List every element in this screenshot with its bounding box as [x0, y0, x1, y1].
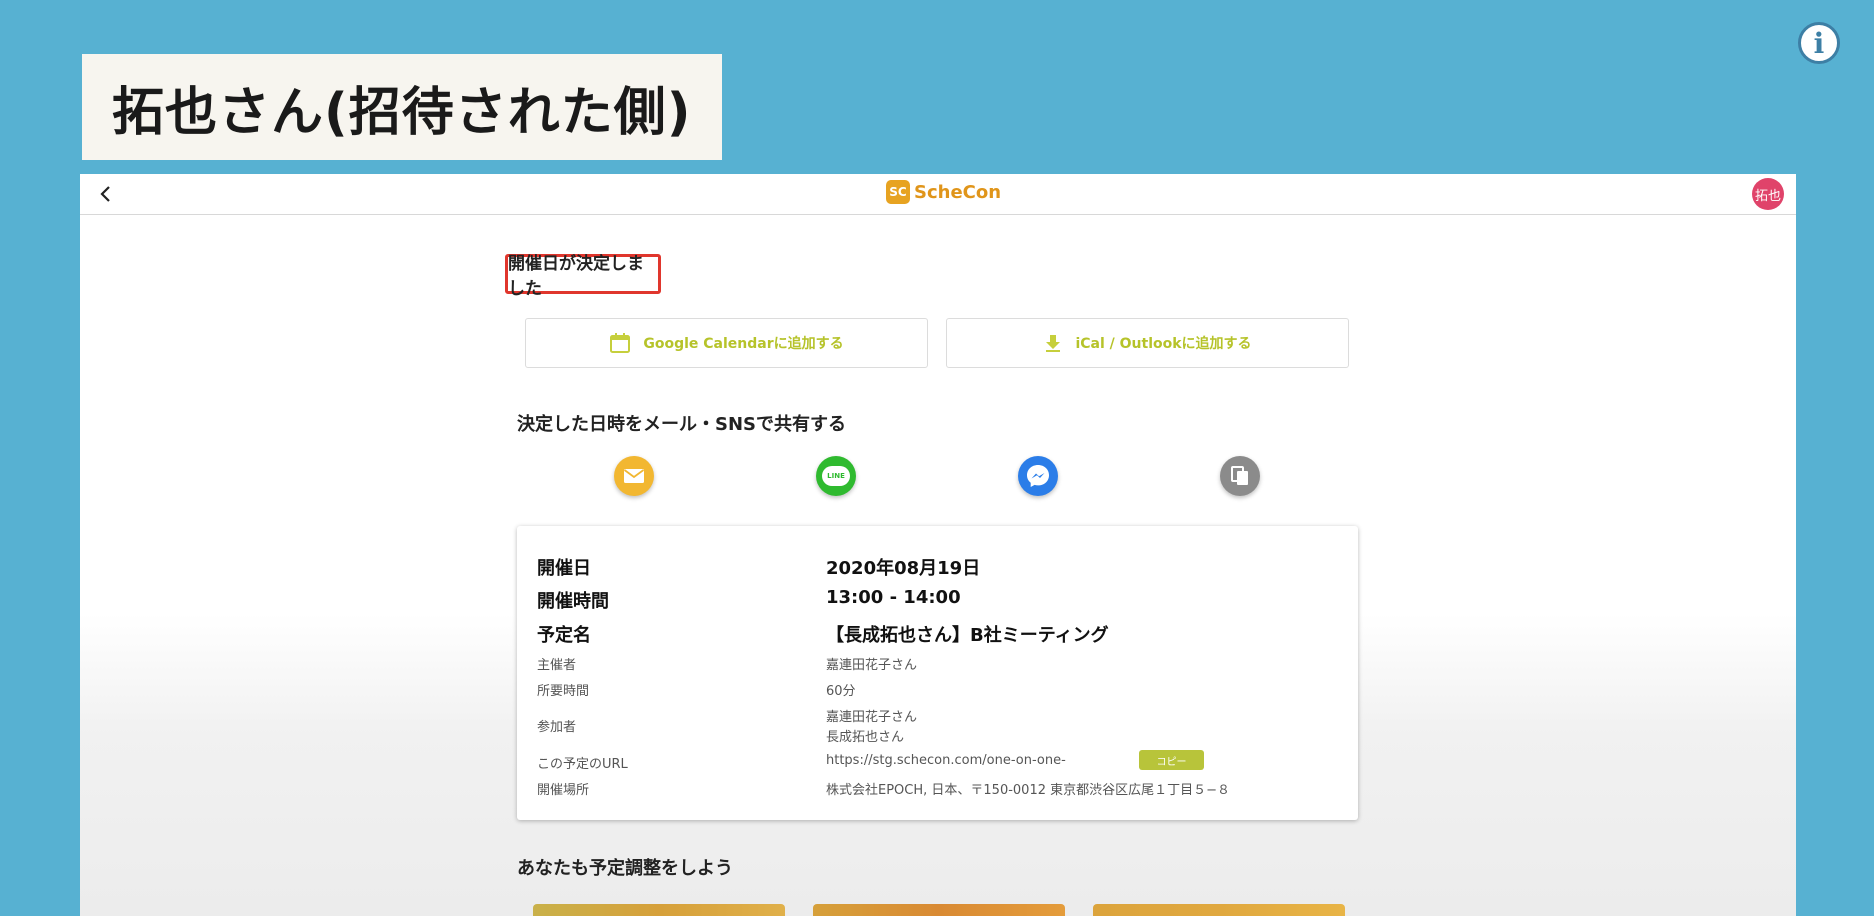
- google-calendar-button[interactable]: Google Calendarに追加する: [525, 318, 928, 368]
- app-logo[interactable]: SC ScheCon: [886, 180, 1001, 204]
- user-avatar[interactable]: 拓也: [1752, 178, 1784, 210]
- duration-label: 所要時間: [537, 684, 590, 699]
- promo-thumbnail[interactable]: [813, 904, 1065, 916]
- date-label: 開催日: [537, 558, 591, 579]
- date-value: 2020年08月19日: [826, 558, 981, 579]
- decided-status-box: 開催日が決定しました: [505, 254, 661, 299]
- time-value: 13:00 - 14:00: [826, 587, 961, 608]
- promo-heading: あなたも予定調整をしよう: [517, 858, 733, 879]
- url-label: この予定のURL: [537, 757, 628, 772]
- info-icon[interactable]: i: [1798, 22, 1840, 64]
- event-name-label: 予定名: [537, 625, 591, 646]
- messenger-icon[interactable]: [1018, 456, 1058, 496]
- event-details-card: 開催日 2020年08月19日 開催時間 13:00 - 14:00 予定名 【…: [517, 526, 1358, 820]
- participant-1: 嘉連田花子さん: [826, 710, 918, 725]
- caption-title: 拓也さん(招待された側): [112, 82, 692, 143]
- url-value[interactable]: https://stg.schecon.com/one-on-one-: [826, 753, 1066, 768]
- ical-outlook-button[interactable]: iCal / Outlookに追加する: [946, 318, 1349, 368]
- share-heading: 決定した日時をメール・SNSで共有する: [517, 414, 846, 435]
- location-label: 開催場所: [537, 783, 590, 798]
- location-value: 株式会社EPOCH, 日本、〒150-0012 東京都渋谷区広尾１丁目５−８: [826, 783, 1231, 798]
- back-arrow-icon[interactable]: [94, 182, 118, 206]
- ical-outlook-label: iCal / Outlookに追加する: [1075, 336, 1252, 352]
- top-bar: SC ScheCon 拓也: [80, 174, 1796, 215]
- logo-mark-icon: SC: [886, 180, 910, 204]
- decided-status-text: 開催日が決定しました: [508, 254, 644, 299]
- event-name-value: 【長成拓也さん】B社ミーティング: [826, 625, 1109, 646]
- caption-banner: 拓也さん(招待された側): [82, 54, 722, 160]
- organizer-label: 主催者: [537, 658, 577, 673]
- duration-value: 60分: [826, 684, 856, 699]
- time-label: 開催時間: [537, 591, 609, 612]
- promo-thumbnail[interactable]: [533, 904, 785, 916]
- promo-thumbnail[interactable]: [1093, 904, 1345, 916]
- download-icon: [1046, 335, 1061, 352]
- google-calendar-label: Google Calendarに追加する: [643, 336, 844, 352]
- line-icon[interactable]: LINE: [816, 456, 856, 496]
- calendar-icon: [610, 333, 631, 353]
- participant-2: 長成拓也さん: [826, 730, 905, 745]
- line-logo-bubble: LINE: [822, 466, 850, 486]
- copy-url-button[interactable]: コピー: [1139, 750, 1204, 770]
- app-window: SC ScheCon 拓也 開催日が決定しました Google Calendar…: [80, 174, 1796, 916]
- organizer-value: 嘉連田花子さん: [826, 658, 918, 673]
- copy-icon[interactable]: [1220, 456, 1260, 496]
- mail-icon[interactable]: [614, 456, 654, 496]
- participants-label: 参加者: [537, 720, 577, 735]
- logo-text: ScheCon: [914, 181, 1002, 203]
